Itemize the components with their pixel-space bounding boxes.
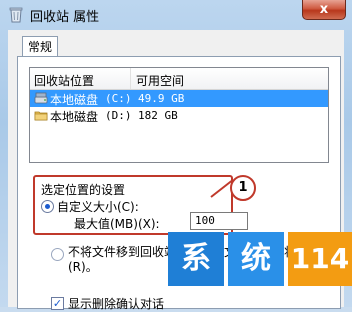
no-move-radio[interactable] [51,248,64,261]
list-item[interactable]: 本地磁盘 (C:) 49.9 GB [30,90,328,107]
custom-size-label[interactable]: 自定义大小(C): [57,198,139,215]
close-button[interactable]: x [302,0,346,20]
column-header-location[interactable]: 回收站位置 [34,72,94,89]
watermark-char: 统 [228,232,284,286]
list-header: 回收站位置 可用空间 [30,68,328,90]
recycle-bin-icon [9,7,23,23]
window-frame: 回收站 属性 x 常规 回收站位置 可用空间 本地磁盘 (C:) 49.9 GB… [0,0,352,311]
drive-name: 本地磁盘 [50,93,99,107]
watermark-number: 114 [288,232,352,286]
watermark-logo: 系 统 114 [168,232,352,286]
watermark-char: 系 [168,232,224,286]
folder-drive-icon [34,111,48,121]
confirm-delete-label[interactable]: 显示删除确认对话 [68,295,164,312]
drive-letter: (D:) [105,109,132,122]
column-header-free-space[interactable]: 可用空间 [136,72,184,89]
free-space-value: 182 GB [138,109,178,122]
tab-general[interactable]: 常规 [22,36,58,57]
settings-group-highlight: 选定位置的设置 自定义大小(C): 最大值(MB)(X): 100 [33,175,248,235]
drive-name: 本地磁盘 [50,110,99,124]
title-bar[interactable]: 回收站 属性 x [0,0,352,30]
window-title: 回收站 属性 [30,10,100,25]
drive-letter: (C:) [105,92,132,105]
max-size-label: 最大值(MB)(X): [74,217,160,231]
column-separator[interactable] [130,68,131,89]
list-item[interactable]: 本地磁盘 (D:) 182 GB [30,107,328,124]
drive-icon [34,92,48,104]
confirm-delete-checkbox[interactable]: ✓ [51,297,64,310]
custom-size-radio[interactable] [41,200,54,213]
recycle-location-list[interactable]: 回收站位置 可用空间 本地磁盘 (C:) 49.9 GB 本地磁盘 (D:) 1… [29,67,329,163]
group-title: 选定位置的设置 [41,183,126,197]
free-space-value: 49.9 GB [138,92,185,105]
callout-number: 1 [230,175,256,201]
max-size-input[interactable]: 100 [190,212,248,230]
